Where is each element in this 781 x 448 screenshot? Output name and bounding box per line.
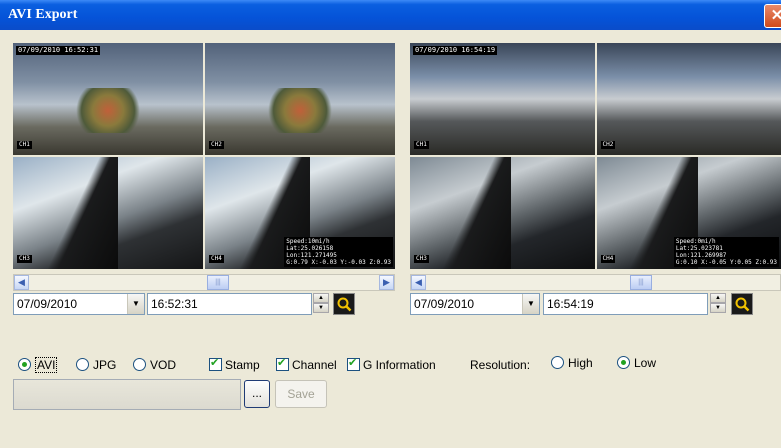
start-date-select[interactable]: 07/09/2010 ▼ (13, 293, 145, 315)
start-time-value: 16:52:31 (151, 297, 198, 311)
format-avi-label: AVI (35, 357, 58, 373)
radio-icon (551, 356, 564, 369)
camera-view-ch1: 07/09/2010 16:52:31 CH1 (13, 43, 203, 155)
radio-icon (133, 358, 146, 371)
scroll-left-icon[interactable]: ◀ (14, 275, 29, 290)
stamp-label: Stamp (225, 358, 260, 372)
scene-image (410, 157, 512, 269)
browse-button[interactable]: ... (244, 380, 270, 408)
camera-view-ch4: CH4 Speed:0mi/h Lat:25.023781 Lon:121.26… (596, 157, 781, 269)
stamp-checkbox[interactable]: Stamp (209, 356, 260, 373)
channel-label: CH3 (17, 255, 32, 263)
search-icon (735, 297, 750, 312)
gps-gforce: G:0.10 X:-0.05 Y:0.05 Z:0.93 (675, 259, 777, 266)
scene-image (262, 87, 338, 133)
format-vod-radio[interactable]: VOD (133, 357, 176, 373)
format-avi-radio[interactable]: AVI (18, 357, 58, 373)
start-search-button[interactable] (333, 293, 355, 315)
format-jpg-radio[interactable]: JPG (76, 357, 116, 373)
window-title: AVI Export (8, 7, 78, 22)
channel-label: CH2 (600, 141, 616, 149)
end-time-value: 16:54:19 (547, 297, 594, 311)
scene-image (70, 87, 146, 133)
video-timestamp: 07/09/2010 16:52:31 (16, 46, 101, 55)
channel-label: CH3 (414, 255, 429, 263)
end-time-field[interactable]: 16:54:19 (543, 293, 708, 315)
g-information-label: G Information (363, 358, 436, 372)
radio-icon (76, 358, 89, 371)
gps-overlay: Speed:0mi/h Lat:25.023781 Lon:121.269987… (673, 237, 779, 267)
end-time-stepper[interactable]: ▲ ▼ (710, 293, 726, 315)
camera-view-ch1: 07/09/2010 16:54:19 CH1 (410, 43, 595, 155)
gps-speed: Speed:0mi/h (675, 238, 716, 245)
end-date-value: 07/09/2010 (414, 297, 475, 311)
close-icon: ✕ (770, 7, 781, 24)
save-button[interactable]: Save (275, 380, 327, 408)
resolution-label: Resolution: (470, 358, 531, 372)
gps-lat: Lat:25.023781 (675, 245, 723, 252)
format-vod-label: VOD (150, 358, 177, 372)
channel-label: CH1 (414, 141, 429, 149)
chevron-down-icon[interactable]: ▼ (127, 294, 144, 314)
resolution-low-label: Low (634, 356, 657, 370)
spin-up-icon[interactable]: ▲ (313, 293, 329, 303)
scroll-thumb[interactable]: ||| (207, 275, 229, 290)
resolution-high-label: High (568, 356, 593, 370)
checkbox-checked-icon (276, 356, 289, 371)
gps-gforce: G:0.79 X:-0.03 Y:-0.03 Z:0.93 (286, 259, 391, 266)
video-timestamp: 07/09/2010 16:54:19 (413, 46, 498, 55)
channel-label: CH1 (17, 141, 32, 149)
start-date-value: 07/09/2010 (17, 297, 78, 311)
resolution-high-radio[interactable]: High (551, 355, 593, 371)
scroll-left-icon[interactable]: ◀ (411, 275, 426, 290)
scene-image (13, 157, 118, 269)
camera-view-ch3: CH3 (13, 157, 203, 269)
right-video-preview: 07/09/2010 16:54:19 CH1 CH2 CH3 CH4 Spee… (410, 43, 781, 269)
channel-label: Channel (292, 358, 337, 372)
gps-lon: Lon:121.269987 (675, 252, 727, 259)
channel-label: CH4 (209, 255, 224, 263)
end-date-select[interactable]: 07/09/2010 ▼ (410, 293, 540, 315)
camera-view-ch3: CH3 (410, 157, 595, 269)
title-bar: AVI Export ✕ (0, 0, 781, 30)
checkbox-checked-icon (209, 356, 222, 371)
camera-view-ch2: CH2 (596, 43, 781, 155)
camera-view-ch4: CH4 Speed:10mi/h Lat:25.026158 Lon:121.2… (205, 157, 395, 269)
gps-lon: Lon:121.271495 (286, 252, 337, 259)
start-time-field[interactable]: 16:52:31 (147, 293, 312, 315)
channel-checkbox[interactable]: Channel (276, 356, 337, 373)
gps-lat: Lat:25.026158 (286, 245, 334, 252)
gps-speed: Speed:10mi/h (286, 238, 330, 245)
camera-view-ch2: CH2 (205, 43, 395, 155)
chevron-down-icon[interactable]: ▼ (522, 294, 539, 314)
format-jpg-label: JPG (93, 358, 117, 372)
left-video-preview: 07/09/2010 16:52:31 CH1 CH2 CH3 CH4 Spee… (13, 43, 395, 269)
end-search-button[interactable] (731, 293, 753, 315)
spin-up-icon[interactable]: ▲ (710, 293, 726, 303)
close-button[interactable]: ✕ (764, 4, 781, 28)
spin-down-icon[interactable]: ▼ (710, 303, 726, 313)
gps-overlay: Speed:10mi/h Lat:25.026158 Lon:121.27149… (284, 237, 393, 267)
radio-selected-icon (18, 358, 31, 371)
channel-label: CH2 (209, 141, 224, 149)
scroll-right-icon[interactable]: ▶ (379, 275, 394, 290)
search-icon (337, 297, 352, 312)
start-time-stepper[interactable]: ▲ ▼ (313, 293, 329, 315)
output-path-field[interactable] (13, 379, 241, 410)
g-information-checkbox[interactable]: G Information (347, 356, 436, 373)
left-timeline-scrollbar[interactable]: ◀ ||| ▶ (13, 274, 395, 291)
channel-label: CH4 (600, 255, 616, 263)
checkbox-checked-icon (347, 356, 360, 371)
spin-down-icon[interactable]: ▼ (313, 303, 329, 313)
right-timeline-scrollbar[interactable]: ◀ ||| (410, 274, 781, 291)
scroll-thumb[interactable]: ||| (630, 275, 652, 290)
resolution-low-radio[interactable]: Low (617, 355, 656, 371)
radio-selected-icon (617, 356, 630, 369)
